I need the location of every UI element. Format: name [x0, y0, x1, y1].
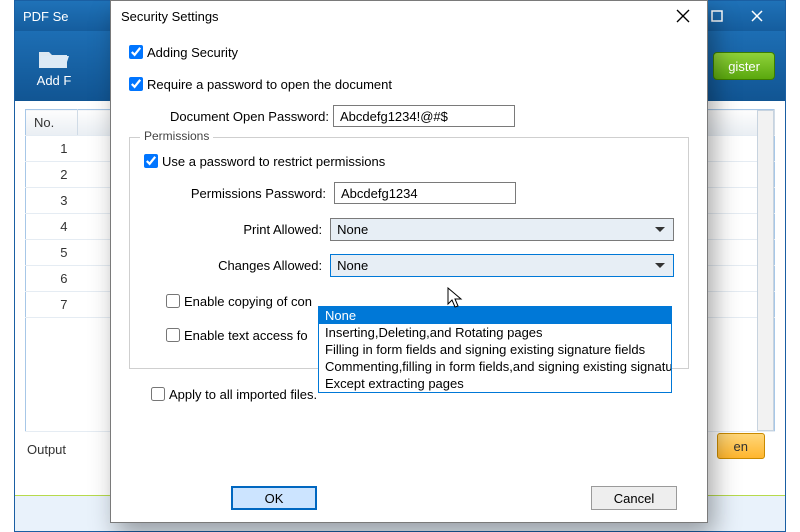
changes-option[interactable]: Filling in form fields and signing exist… [319, 341, 671, 358]
adding-security-label: Adding Security [147, 45, 238, 60]
enable-copying-checkbox[interactable] [166, 294, 180, 308]
modal-title: Security Settings [121, 9, 219, 24]
close-icon[interactable] [669, 5, 697, 27]
permissions-password-label: Permissions Password: [166, 186, 326, 201]
require-password-checkbox[interactable] [129, 77, 143, 91]
changes-allowed-value: None [337, 258, 368, 273]
modal-titlebar: Security Settings [111, 1, 707, 31]
require-password-label: Require a password to open the document [147, 77, 392, 92]
modal-footer: OK Cancel [111, 486, 707, 510]
permissions-password-input[interactable] [334, 182, 516, 204]
print-allowed-value: None [337, 222, 368, 237]
print-allowed-label: Print Allowed: [166, 222, 322, 237]
permissions-legend: Permissions [140, 129, 213, 143]
changes-option[interactable]: Except extracting pages [319, 375, 671, 392]
apply-all-checkbox[interactable] [151, 387, 165, 401]
cancel-button[interactable]: Cancel [591, 486, 677, 510]
changes-option[interactable]: None [319, 307, 671, 324]
security-settings-dialog: Security Settings Adding Security Requir… [110, 0, 708, 523]
changes-option[interactable]: Inserting,Deleting,and Rotating pages [319, 324, 671, 341]
enable-copying-label: Enable copying of con [184, 294, 312, 309]
enable-text-access-label: Enable text access fo [184, 328, 308, 343]
changes-allowed-label: Changes Allowed: [166, 258, 322, 273]
mouse-cursor-icon [447, 287, 465, 311]
apply-all-label: Apply to all imported files. [169, 387, 317, 402]
print-allowed-dropdown[interactable]: None [330, 218, 674, 241]
doc-open-password-label: Document Open Password: [151, 109, 329, 124]
use-password-restrict-label: Use a password to restrict permissions [162, 154, 385, 169]
adding-security-checkbox[interactable] [129, 45, 143, 59]
changes-allowed-dropdown[interactable]: None [330, 254, 674, 277]
use-password-restrict-checkbox[interactable] [144, 154, 158, 168]
changes-allowed-options-list[interactable]: None Inserting,Deleting,and Rotating pag… [318, 306, 672, 393]
changes-option[interactable]: Commenting,filling in form fields,and si… [319, 358, 671, 375]
ok-button[interactable]: OK [231, 486, 317, 510]
doc-open-password-input[interactable] [333, 105, 515, 127]
enable-text-access-checkbox[interactable] [166, 328, 180, 342]
